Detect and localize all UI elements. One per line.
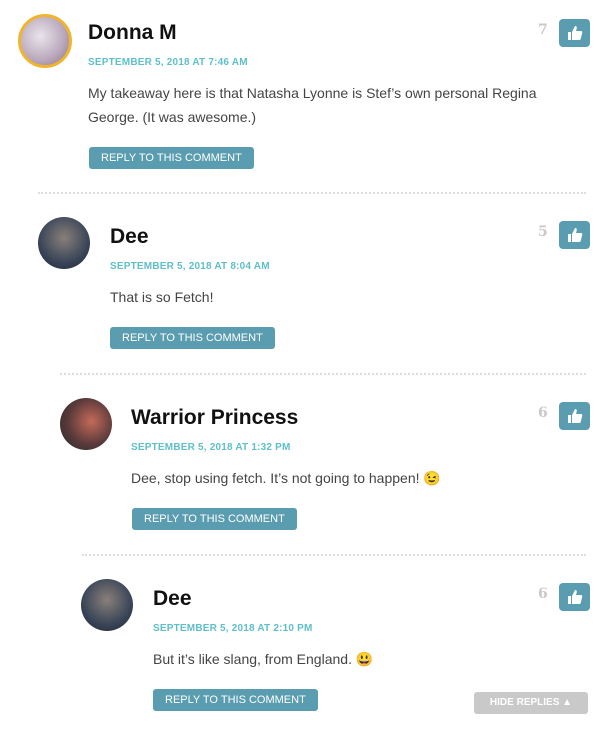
avatar[interactable] — [81, 579, 133, 631]
reply-button[interactable]: REPLY TO THIS COMMENT — [132, 508, 297, 530]
comment-author[interactable]: Dee — [110, 225, 149, 249]
divider — [60, 373, 586, 375]
comment-text: But it’s like slang, from England. 😃 — [153, 651, 374, 667]
avatar[interactable] — [18, 14, 72, 68]
like-count: 5 — [538, 224, 548, 240]
like-count: 6 — [538, 405, 548, 421]
reply-button[interactable]: REPLY TO THIS COMMENT — [153, 689, 318, 711]
divider — [82, 554, 586, 556]
reply-button[interactable]: REPLY TO THIS COMMENT — [110, 327, 275, 349]
comment-text: My takeaway here is that Natasha Lyonne … — [88, 85, 537, 125]
comment-text: That is so Fetch! — [110, 289, 214, 305]
comment-text: Dee, stop using fetch. It’s not going to… — [131, 470, 441, 486]
avatar[interactable] — [38, 217, 90, 269]
comment-author[interactable]: Donna M — [88, 21, 177, 45]
hide-replies-button[interactable]: HIDE REPLIES ▲ — [474, 692, 588, 714]
like-button[interactable] — [559, 221, 590, 249]
like-button[interactable] — [559, 583, 590, 611]
comment-author[interactable]: Warrior Princess — [131, 406, 298, 430]
avatar[interactable] — [60, 398, 112, 450]
divider — [38, 192, 586, 194]
thumbs-up-icon — [567, 26, 582, 40]
comment-date[interactable]: SEPTEMBER 5, 2018 AT 1:32 PM — [131, 442, 291, 453]
thumbs-up-icon — [567, 228, 582, 242]
like-count: 6 — [538, 586, 548, 602]
reply-button[interactable]: REPLY TO THIS COMMENT — [89, 147, 254, 169]
comment-date[interactable]: SEPTEMBER 5, 2018 AT 8:04 AM — [110, 261, 270, 272]
comment-author[interactable]: Dee — [153, 587, 192, 611]
comment-date[interactable]: SEPTEMBER 5, 2018 AT 7:46 AM — [88, 57, 248, 68]
like-button[interactable] — [559, 402, 590, 430]
like-count: 7 — [538, 22, 548, 38]
thumbs-up-icon — [567, 590, 582, 604]
like-button[interactable] — [559, 19, 590, 47]
comment-date[interactable]: SEPTEMBER 5, 2018 AT 2:10 PM — [153, 623, 313, 634]
thumbs-up-icon — [567, 409, 582, 423]
